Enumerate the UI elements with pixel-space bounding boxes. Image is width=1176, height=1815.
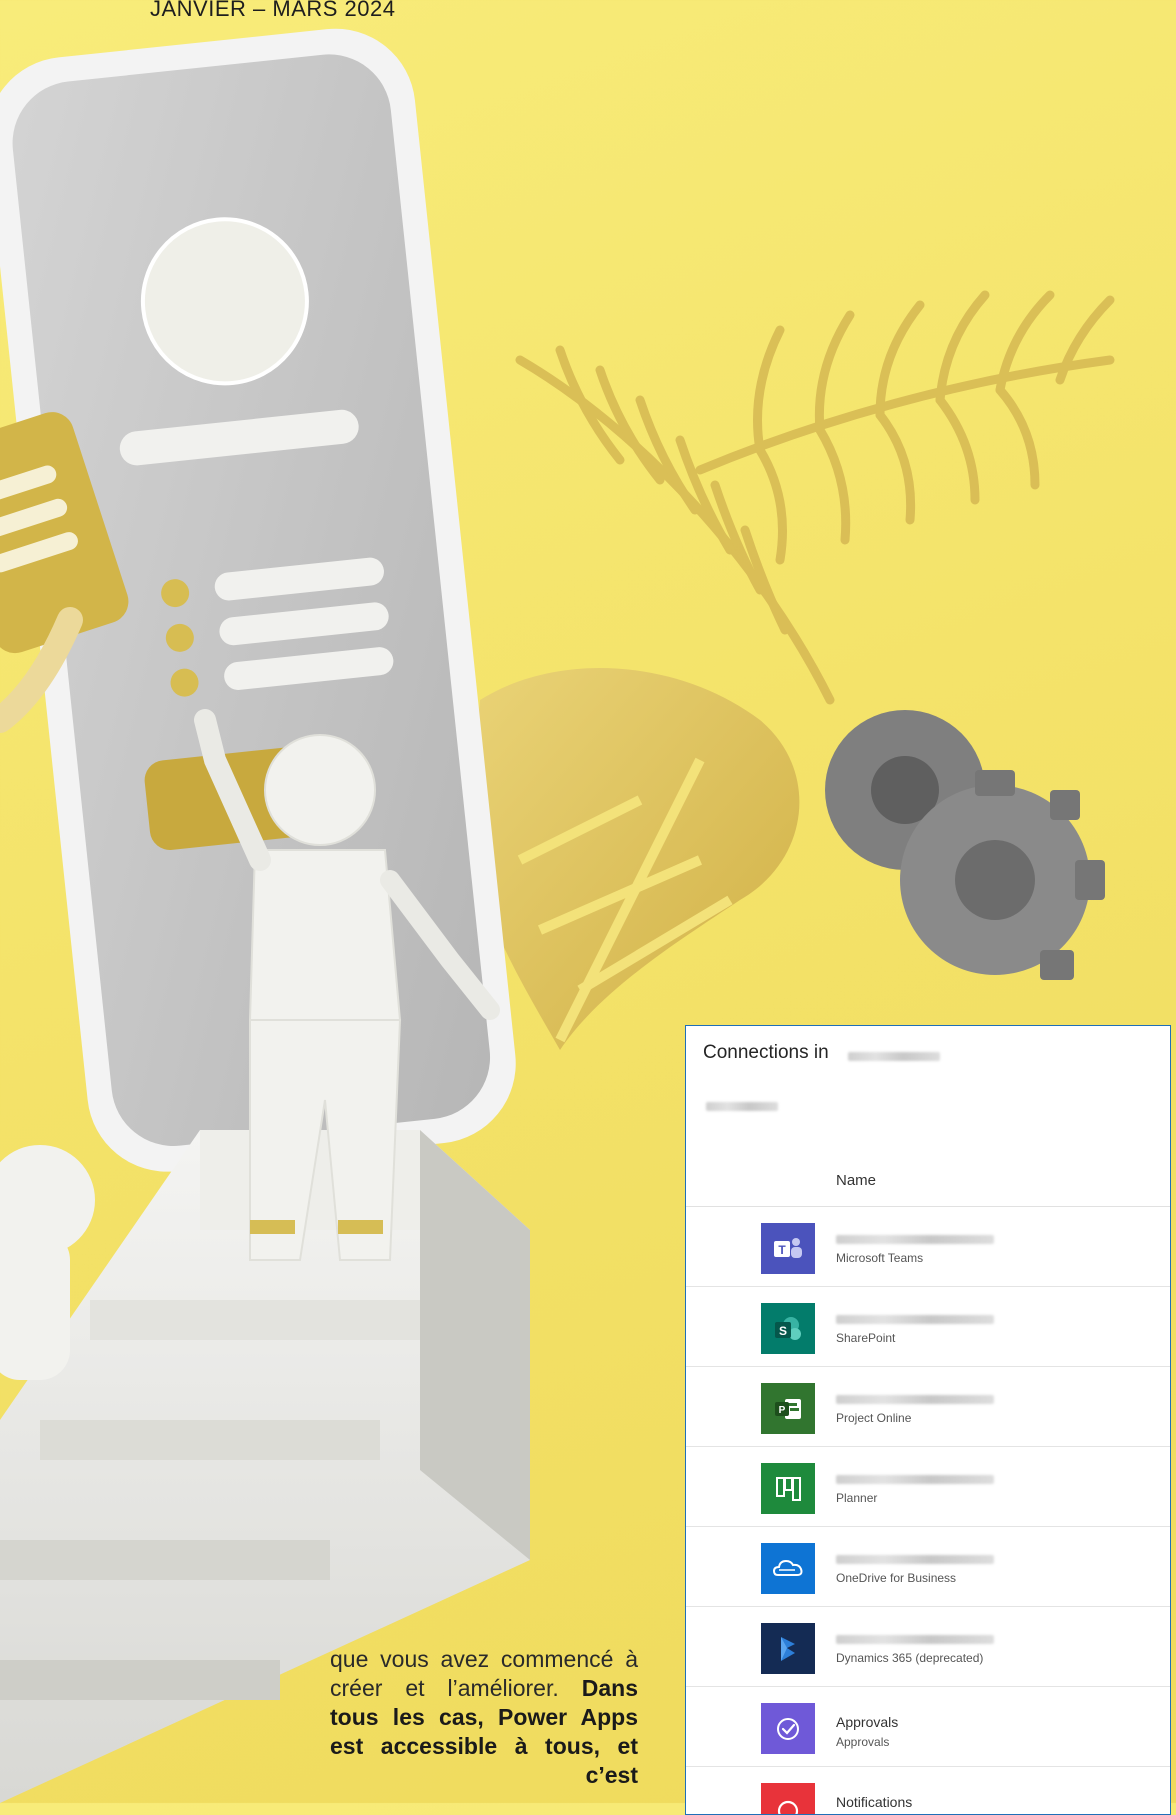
connection-row-onedrive[interactable]: OneDrive for Business bbox=[686, 1527, 1170, 1607]
connection-row-notifications[interactable]: Notifications bbox=[686, 1767, 1170, 1815]
panel-title: Connections in bbox=[703, 1042, 829, 1064]
connection-type: OneDrive for Business bbox=[836, 1571, 956, 1585]
sharepoint-icon: S bbox=[761, 1303, 815, 1354]
connection-title: Notifications bbox=[836, 1794, 912, 1810]
connection-row-teams[interactable]: T Microsoft Teams bbox=[686, 1207, 1170, 1287]
connections-list: T Microsoft Teams S SharePoint P Project… bbox=[686, 1207, 1170, 1815]
connection-row-sharepoint[interactable]: S SharePoint bbox=[686, 1287, 1170, 1367]
redacted-connection-name bbox=[836, 1635, 994, 1644]
connection-type: Project Online bbox=[836, 1411, 911, 1425]
monstera-leaf bbox=[470, 668, 799, 1050]
connection-row-project[interactable]: P Project Online bbox=[686, 1367, 1170, 1447]
connection-row-dynamics[interactable]: Dynamics 365 (deprecated) bbox=[686, 1607, 1170, 1687]
connection-type: Dynamics 365 (deprecated) bbox=[836, 1651, 983, 1665]
connection-row-planner[interactable]: Planner bbox=[686, 1447, 1170, 1527]
redacted-connection-name bbox=[836, 1395, 994, 1404]
notifications-icon bbox=[761, 1783, 815, 1815]
column-header-name[interactable]: Name bbox=[836, 1172, 876, 1189]
redacted-environment-name bbox=[848, 1052, 940, 1061]
redacted-connection-name bbox=[836, 1475, 994, 1484]
connection-title: Approvals bbox=[836, 1714, 898, 1730]
redacted-filter bbox=[706, 1102, 778, 1111]
approvals-icon bbox=[761, 1703, 815, 1754]
gears bbox=[825, 710, 1105, 980]
connection-type: Microsoft Teams bbox=[836, 1251, 923, 1265]
planner-icon bbox=[761, 1463, 815, 1514]
redacted-connection-name bbox=[836, 1315, 994, 1324]
connection-type: Planner bbox=[836, 1491, 877, 1505]
redacted-connection-name bbox=[836, 1235, 994, 1244]
connection-type: Approvals bbox=[836, 1735, 889, 1749]
onedrive-icon bbox=[761, 1543, 815, 1594]
svg-text:P: P bbox=[779, 1405, 786, 1416]
svg-text:S: S bbox=[779, 1324, 787, 1338]
teams-icon: T bbox=[761, 1223, 815, 1274]
dynamics-icon bbox=[761, 1623, 815, 1674]
article-paragraph: que vous avez commencé à créer et l’amél… bbox=[330, 1645, 638, 1790]
project-icon: P bbox=[761, 1383, 815, 1434]
redacted-connection-name bbox=[836, 1555, 994, 1564]
connection-type: SharePoint bbox=[836, 1331, 895, 1345]
connections-panel: Connections in Name T Microsoft Teams S … bbox=[685, 1025, 1171, 1815]
connection-row-approvals[interactable]: Approvals Approvals bbox=[686, 1687, 1170, 1767]
svg-text:T: T bbox=[778, 1243, 786, 1257]
